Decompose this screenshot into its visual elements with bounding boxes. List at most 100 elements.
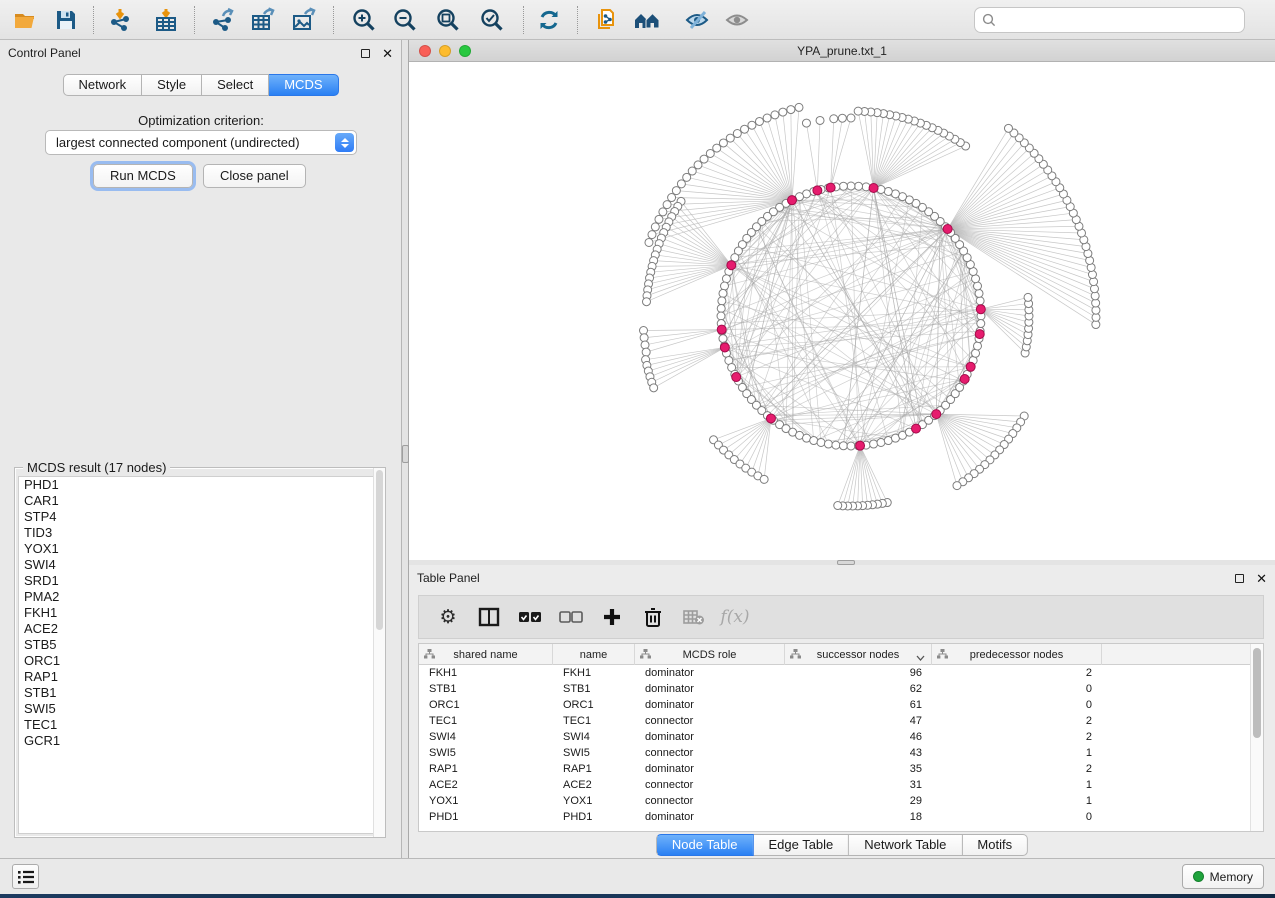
save-icon[interactable] (52, 6, 80, 34)
import-network-icon[interactable] (107, 6, 135, 34)
export-network-icon[interactable] (209, 6, 237, 34)
table-row[interactable]: YOX1YOX1connector291 (419, 793, 1263, 809)
column-header-successor-nodes[interactable]: successor nodes (785, 644, 932, 665)
tab-mcds[interactable]: MCDS (269, 74, 338, 96)
list-item[interactable]: SWI4 (19, 557, 381, 573)
table-row[interactable]: PHD1PHD1dominator180 (419, 809, 1263, 825)
tab-network[interactable]: Network (62, 74, 142, 96)
node-table-header: shared namename MCDS role successor nodesp… (419, 644, 1263, 665)
float-table-panel-icon[interactable] (1235, 574, 1244, 583)
table-cell: RAP1 (553, 761, 635, 777)
network-canvas[interactable] (409, 62, 1275, 556)
list-item[interactable]: GCR1 (19, 733, 381, 749)
memory-label: Memory (1210, 870, 1253, 884)
table-row[interactable]: RAP1RAP1dominator352 (419, 761, 1263, 777)
column-header-name[interactable]: name (553, 644, 635, 665)
search-input[interactable] (974, 7, 1245, 33)
apply-function-icon[interactable]: f(x) (722, 604, 748, 630)
list-item[interactable]: SRD1 (19, 573, 381, 589)
table-cell: 1 (932, 777, 1102, 793)
hide-selected-icon[interactable] (683, 6, 711, 34)
show-columns-icon[interactable] (476, 604, 502, 630)
toolbar-separator (194, 6, 195, 34)
list-item[interactable]: TID3 (19, 525, 381, 541)
close-panel-icon[interactable]: ✕ (382, 47, 393, 60)
list-item[interactable]: SWI5 (19, 701, 381, 717)
table-row[interactable]: SWI4SWI4dominator462 (419, 729, 1263, 745)
open-file-icon[interactable] (11, 6, 39, 34)
close-panel-button[interactable]: Close panel (203, 164, 306, 188)
table-row[interactable]: FKH1FKH1dominator962 (419, 665, 1263, 681)
list-item[interactable]: ORC1 (19, 653, 381, 669)
table-row[interactable]: STB1STB1dominator620 (419, 681, 1263, 697)
tab-node-table[interactable]: Node Table (656, 834, 754, 856)
list-item[interactable]: ACE2 (19, 621, 381, 637)
deselect-all-icon[interactable] (558, 604, 584, 630)
mcds-result-list[interactable]: PHD1CAR1STP4TID3YOX1SWI4SRD1PMA2FKH1ACE2… (18, 476, 382, 834)
table-cell: 46 (785, 729, 932, 745)
import-table-icon[interactable] (152, 6, 180, 34)
select-stepper-icon (335, 133, 354, 152)
show-all-icon[interactable] (723, 6, 751, 34)
sort-chevron-icon[interactable] (916, 652, 925, 664)
add-column-icon[interactable] (599, 604, 625, 630)
refresh-icon[interactable] (535, 6, 563, 34)
list-item[interactable]: RAP1 (19, 669, 381, 685)
select-all-icon[interactable] (517, 604, 543, 630)
list-item[interactable]: STB5 (19, 637, 381, 653)
table-scrollbar[interactable] (1250, 644, 1263, 831)
table-cell: connector (635, 745, 785, 761)
tab-select[interactable]: Select (202, 74, 269, 96)
delete-table-icon[interactable] (681, 604, 707, 630)
table-row[interactable]: ORC1ORC1dominator610 (419, 697, 1263, 713)
delete-column-icon[interactable] (640, 604, 666, 630)
export-table-icon[interactable] (249, 6, 277, 34)
column-header-shared-name[interactable]: shared name (419, 644, 553, 665)
table-row[interactable]: SWI5SWI5connector431 (419, 745, 1263, 761)
vertical-splitter-handle[interactable] (402, 445, 409, 463)
export-image-icon[interactable] (290, 6, 318, 34)
column-header-predecessor-nodes[interactable]: predecessor nodes (932, 644, 1102, 665)
tab-style[interactable]: Style (142, 74, 202, 96)
list-item[interactable]: PMA2 (19, 589, 381, 605)
zoom-in-icon[interactable] (350, 6, 378, 34)
tab-network-table[interactable]: Network Table (849, 834, 962, 856)
column-label: MCDS role (683, 649, 737, 661)
float-panel-icon[interactable] (361, 49, 370, 58)
table-settings-icon[interactable]: ⚙ (435, 604, 461, 630)
result-scrollbar-thumb[interactable] (376, 470, 383, 630)
table-row[interactable]: TEC1TEC1connector472 (419, 713, 1263, 729)
result-scrollbar[interactable] (373, 468, 385, 837)
vertical-splitter[interactable] (402, 40, 409, 858)
list-item[interactable]: FKH1 (19, 605, 381, 621)
optimization-criterion-select[interactable]: largest connected component (undirected) (45, 130, 357, 155)
table-row[interactable]: ACE2ACE2connector311 (419, 777, 1263, 793)
run-mcds-button[interactable]: Run MCDS (93, 164, 193, 188)
table-cell: dominator (635, 681, 785, 697)
network-window-titlebar[interactable]: YPA_prune.txt_1 (409, 40, 1275, 62)
list-item[interactable]: STB1 (19, 685, 381, 701)
column-header-MCDS-role[interactable]: MCDS role (635, 644, 785, 665)
table-cell: FKH1 (553, 665, 635, 681)
list-item[interactable]: STP4 (19, 509, 381, 525)
table-cell: connector (635, 777, 785, 793)
list-item[interactable]: PHD1 (19, 477, 381, 493)
table-cell: 1 (932, 793, 1102, 809)
close-table-panel-icon[interactable]: ✕ (1256, 572, 1267, 585)
table-scrollbar-thumb[interactable] (1253, 648, 1261, 738)
zoom-out-icon[interactable] (391, 6, 419, 34)
tab-motifs[interactable]: Motifs (962, 834, 1028, 856)
memory-button[interactable]: Memory (1182, 864, 1264, 889)
optimization-criterion-label: Optimization criterion: (0, 113, 402, 128)
zoom-fit-icon[interactable] (434, 6, 462, 34)
first-neighbors-icon[interactable] (633, 6, 661, 34)
zoom-selected-icon[interactable] (478, 6, 506, 34)
list-item[interactable]: TEC1 (19, 717, 381, 733)
column-header-filler (1102, 644, 1263, 665)
tab-edge-table[interactable]: Edge Table (753, 834, 849, 856)
task-history-button[interactable] (12, 864, 39, 889)
list-item[interactable]: YOX1 (19, 541, 381, 557)
table-cell: 31 (785, 777, 932, 793)
list-item[interactable]: CAR1 (19, 493, 381, 509)
duplicate-network-icon[interactable] (593, 6, 621, 34)
